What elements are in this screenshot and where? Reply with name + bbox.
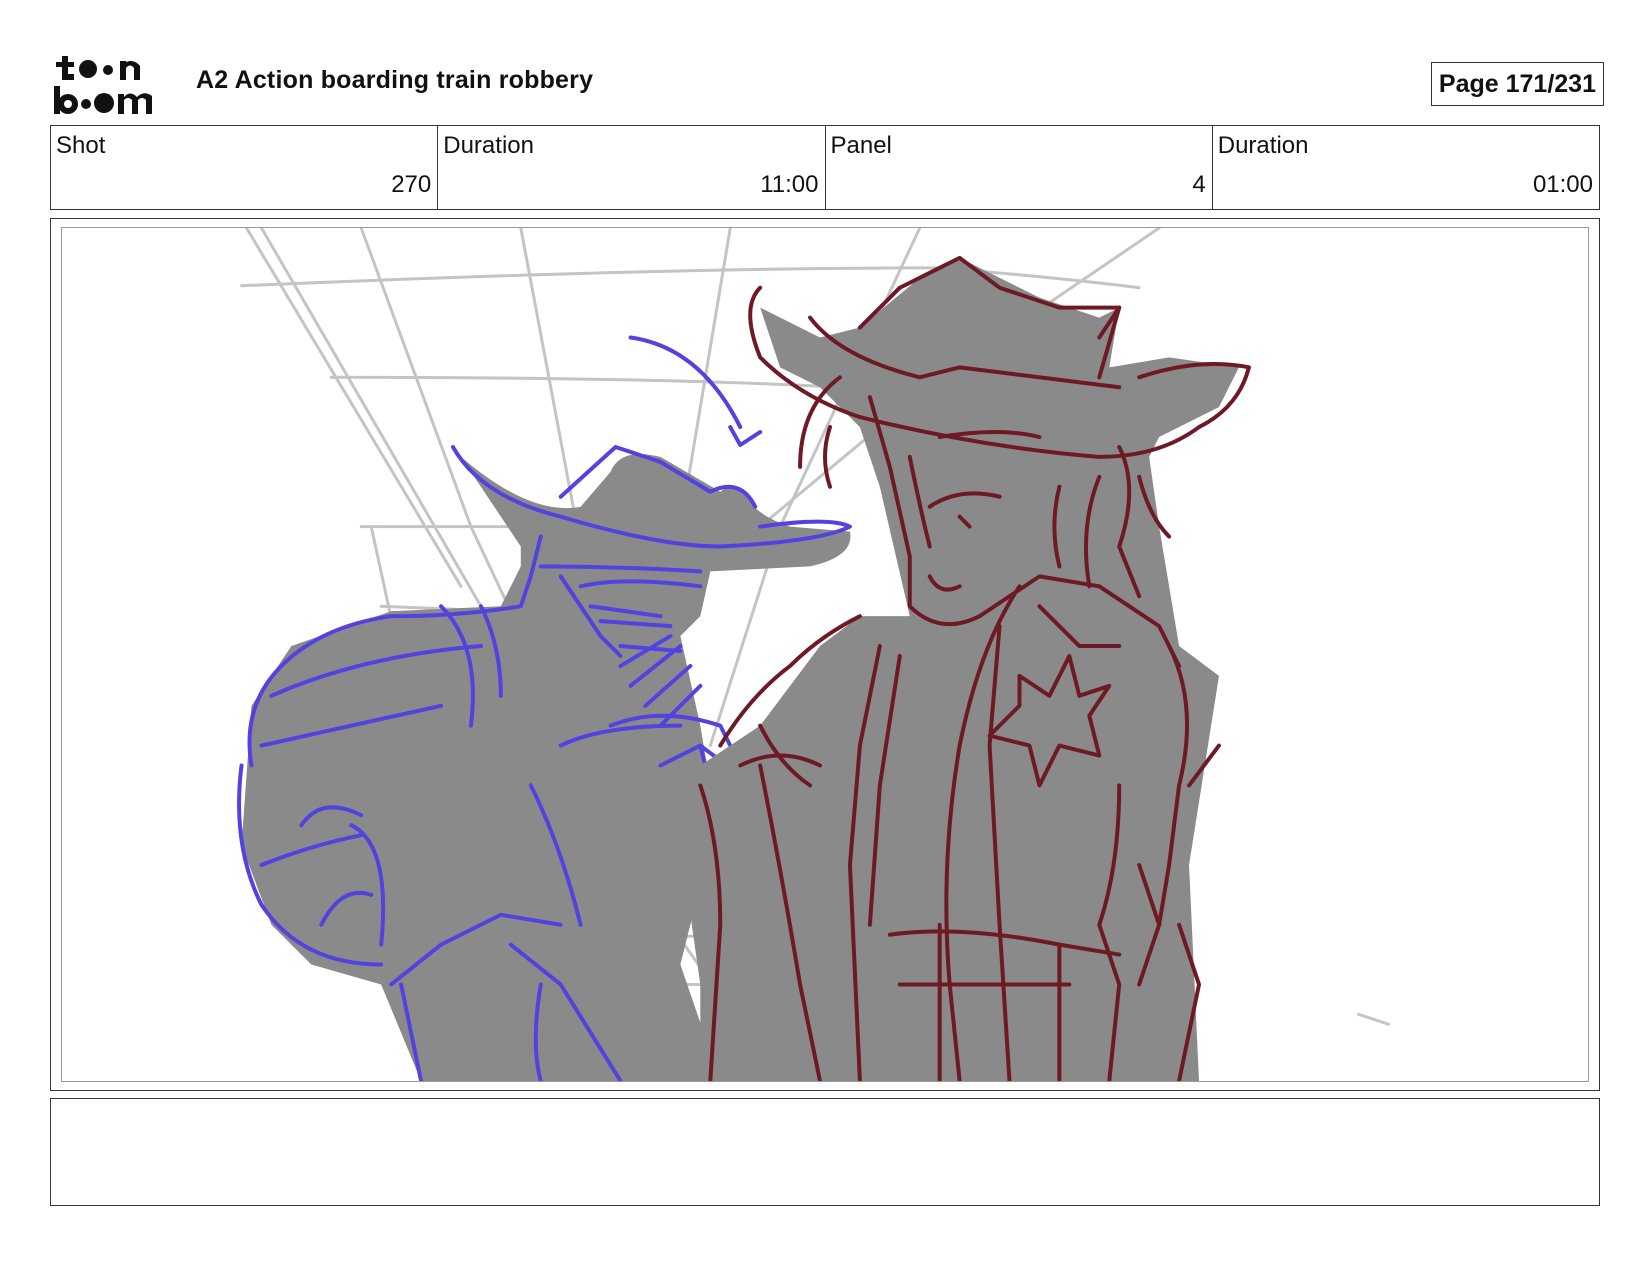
shot-duration-cell: Duration 11:00 xyxy=(438,126,826,209)
panel-cell: Panel 4 xyxy=(826,126,1213,209)
shot-duration-value: 11:00 xyxy=(760,171,819,198)
shot-duration-label: Duration xyxy=(443,132,534,159)
panel-drawing-area xyxy=(61,227,1589,1082)
panel-label: Panel xyxy=(830,132,892,159)
panel-duration-cell: Duration 01:00 xyxy=(1213,126,1599,209)
panel-duration-label: Duration xyxy=(1217,132,1309,159)
shot-value: 270 xyxy=(391,171,432,198)
shot-cell: Shot 270 xyxy=(51,126,439,209)
shot-label: Shot xyxy=(56,132,106,159)
panel-duration-value: 01:00 xyxy=(1532,171,1593,198)
panel-notes[interactable] xyxy=(50,1098,1600,1206)
shot-info-table: Shot 270 Duration 11:00 Panel 4 Duration… xyxy=(50,125,1600,210)
storyboard-sketch xyxy=(237,228,1391,1081)
panel-value: 4 xyxy=(1192,171,1206,198)
panel-frame xyxy=(50,218,1600,1091)
page-indicator: Page 171/231 xyxy=(1430,62,1604,106)
document-title: A2 Action boarding train robbery xyxy=(196,66,594,94)
sheriff-figure xyxy=(680,255,1251,1081)
toonboom-logo xyxy=(54,56,152,114)
